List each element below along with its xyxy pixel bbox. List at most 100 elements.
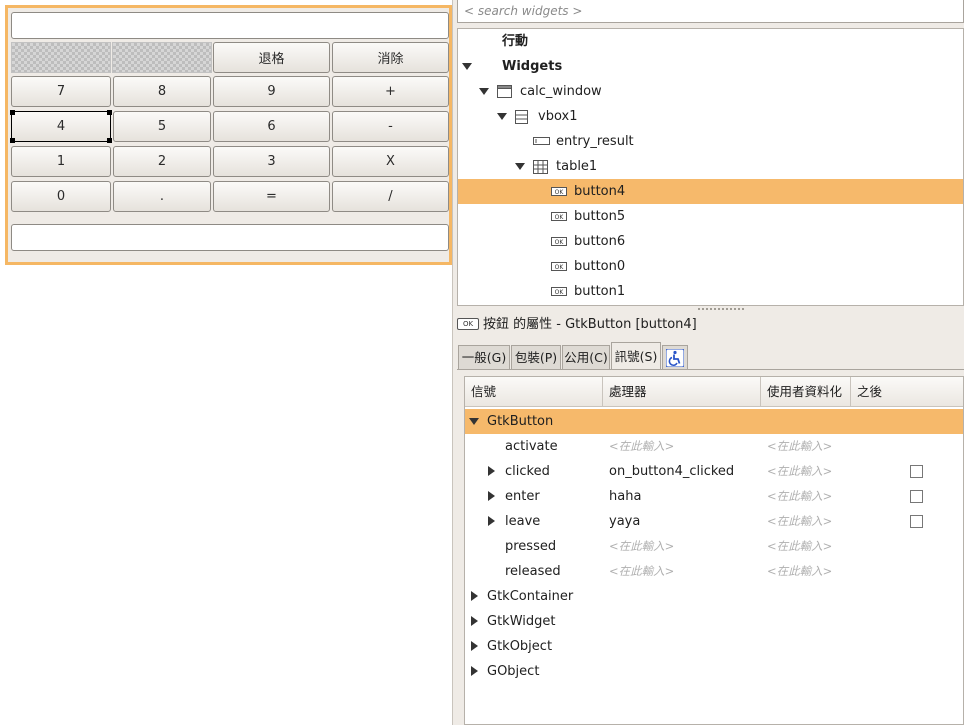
expander-right-icon[interactable] bbox=[488, 466, 495, 476]
pane-resize-grip[interactable] bbox=[697, 307, 745, 312]
digit-9-button[interactable]: 9 bbox=[213, 76, 330, 107]
clear-button[interactable]: 消除 bbox=[332, 42, 449, 73]
button-icon: OK bbox=[551, 237, 567, 246]
selection-handle[interactable] bbox=[107, 138, 112, 143]
tree-row-button4[interactable]: OK button4 bbox=[458, 179, 963, 204]
expander-right-icon[interactable] bbox=[471, 616, 478, 626]
handler-placeholder[interactable]: <在此輸入> bbox=[609, 534, 674, 559]
handler-placeholder[interactable]: <在此輸入> bbox=[609, 434, 674, 459]
user-data-placeholder[interactable]: <在此輸入> bbox=[767, 434, 832, 459]
group-label: GtkObject bbox=[487, 639, 553, 654]
signal-group-gtkwidget[interactable]: GtkWidget bbox=[465, 609, 963, 634]
tab-common[interactable]: 公用(C) bbox=[562, 345, 610, 370]
signal-row-clicked[interactable]: clicked on_button4_clicked <在此輸入> bbox=[465, 459, 963, 484]
digit-5-button[interactable]: 5 bbox=[113, 111, 211, 142]
plus-button[interactable]: + bbox=[332, 76, 449, 107]
expander-down-icon[interactable] bbox=[497, 113, 507, 120]
group-label: GtkContainer bbox=[487, 589, 574, 604]
digit-2-button[interactable]: 2 bbox=[113, 146, 211, 177]
signal-row-activate[interactable]: activate <在此輸入> <在此輸入> bbox=[465, 434, 963, 459]
expander-right-icon[interactable] bbox=[488, 516, 495, 526]
handler-value[interactable]: yaya bbox=[609, 509, 640, 534]
tab-accessibility[interactable] bbox=[662, 345, 688, 370]
tree-row-widgets[interactable]: Widgets bbox=[458, 54, 963, 79]
search-widgets-input[interactable]: < search widgets > bbox=[457, 0, 964, 23]
equals-button[interactable]: = bbox=[213, 181, 330, 212]
digit-1-button[interactable]: 1 bbox=[11, 146, 111, 177]
column-header-signal[interactable]: 信號 bbox=[465, 377, 603, 407]
result-entry[interactable] bbox=[11, 224, 449, 251]
decimal-point-button[interactable]: . bbox=[113, 181, 211, 212]
tab-general[interactable]: 一般(G) bbox=[458, 345, 510, 370]
signal-group-gtkbutton[interactable]: GtkButton bbox=[465, 409, 963, 434]
user-data-placeholder[interactable]: <在此輸入> bbox=[767, 509, 832, 534]
calc-window-preview[interactable]: 退格 消除 7 8 9 + 4 5 6 - 1 2 3 X 0 . = / bbox=[5, 5, 452, 265]
tree-row-button5[interactable]: OK button5 bbox=[458, 204, 963, 229]
after-checkbox[interactable] bbox=[910, 465, 923, 478]
empty-placeholder-cell[interactable] bbox=[11, 42, 111, 73]
selection-handle[interactable] bbox=[10, 138, 15, 143]
tree-row-entry-result[interactable]: entry_result bbox=[458, 129, 963, 154]
user-data-placeholder[interactable]: <在此輸入> bbox=[767, 534, 832, 559]
signal-name: activate bbox=[505, 439, 558, 454]
tree-row-actions[interactable]: 行動 bbox=[458, 29, 963, 54]
signal-group-gtkobject[interactable]: GtkObject bbox=[465, 634, 963, 659]
user-data-placeholder[interactable]: <在此輸入> bbox=[767, 459, 832, 484]
digit-6-button[interactable]: 6 bbox=[213, 111, 330, 142]
signal-row-pressed[interactable]: pressed <在此輸入> <在此輸入> bbox=[465, 534, 963, 559]
digit-8-button[interactable]: 8 bbox=[113, 76, 211, 107]
signal-row-enter[interactable]: enter haha <在此輸入> bbox=[465, 484, 963, 509]
expander-right-icon[interactable] bbox=[471, 641, 478, 651]
tab-packing[interactable]: 包裝(P) bbox=[511, 345, 561, 370]
inspector-panel: < search widgets > 行動 Widgets calc_windo… bbox=[457, 0, 964, 725]
signal-group-gtkcontainer[interactable]: GtkContainer bbox=[465, 584, 963, 609]
column-header-handler[interactable]: 處理器 bbox=[603, 377, 761, 407]
minus-button[interactable]: - bbox=[332, 111, 449, 142]
group-label: GObject bbox=[487, 664, 540, 679]
column-header-after[interactable]: 之後 bbox=[851, 377, 963, 407]
expander-down-icon[interactable] bbox=[469, 418, 479, 425]
tree-row-table1[interactable]: table1 bbox=[458, 154, 963, 179]
expander-right-icon[interactable] bbox=[471, 591, 478, 601]
tree-label: entry_result bbox=[556, 134, 634, 149]
selection-handle[interactable] bbox=[10, 110, 15, 115]
expander-right-icon[interactable] bbox=[471, 666, 478, 676]
button-icon: OK bbox=[551, 187, 567, 196]
expander-down-icon[interactable] bbox=[515, 163, 525, 170]
multiply-button[interactable]: X bbox=[332, 146, 449, 177]
expander-down-icon[interactable] bbox=[462, 63, 472, 70]
user-data-placeholder[interactable]: <在此輸入> bbox=[767, 484, 832, 509]
digit-7-button[interactable]: 7 bbox=[11, 76, 111, 107]
group-label: GtkWidget bbox=[487, 614, 556, 629]
tree-row-button6[interactable]: OK button6 bbox=[458, 229, 963, 254]
column-header-user-data[interactable]: 使用者資料化 bbox=[761, 377, 851, 407]
digit-0-button[interactable]: 0 bbox=[11, 181, 111, 212]
tab-signals[interactable]: 訊號(S) bbox=[611, 342, 661, 370]
signal-name: released bbox=[505, 564, 561, 579]
signal-row-released[interactable]: released <在此輸入> <在此輸入> bbox=[465, 559, 963, 584]
handler-placeholder[interactable]: <在此輸入> bbox=[609, 559, 674, 584]
tree-row-vbox1[interactable]: vbox1 bbox=[458, 104, 963, 129]
empty-placeholder-cell[interactable] bbox=[112, 42, 212, 73]
backspace-button[interactable]: 退格 bbox=[213, 42, 330, 73]
after-checkbox[interactable] bbox=[910, 490, 923, 503]
tree-label: calc_window bbox=[520, 84, 602, 99]
handler-value[interactable]: on_button4_clicked bbox=[609, 459, 734, 484]
selection-handle[interactable] bbox=[107, 110, 112, 115]
tree-label: button1 bbox=[574, 284, 626, 299]
expander-right-icon[interactable] bbox=[488, 491, 495, 501]
signal-row-leave[interactable]: leave yaya <在此輸入> bbox=[465, 509, 963, 534]
signal-group-gobject[interactable]: GObject bbox=[465, 659, 963, 684]
handler-value[interactable]: haha bbox=[609, 484, 641, 509]
tree-label: vbox1 bbox=[538, 109, 578, 124]
user-data-placeholder[interactable]: <在此輸入> bbox=[767, 559, 832, 584]
after-checkbox[interactable] bbox=[910, 515, 923, 528]
tree-row-calc-window[interactable]: calc_window bbox=[458, 79, 963, 104]
tree-row-button1[interactable]: OK button1 bbox=[458, 279, 963, 304]
digit-3-button[interactable]: 3 bbox=[213, 146, 330, 177]
expander-down-icon[interactable] bbox=[479, 88, 489, 95]
digit-4-button[interactable]: 4 bbox=[11, 111, 111, 142]
display-entry[interactable] bbox=[11, 12, 449, 39]
tree-row-button0[interactable]: OK button0 bbox=[458, 254, 963, 279]
divide-button[interactable]: / bbox=[332, 181, 449, 212]
